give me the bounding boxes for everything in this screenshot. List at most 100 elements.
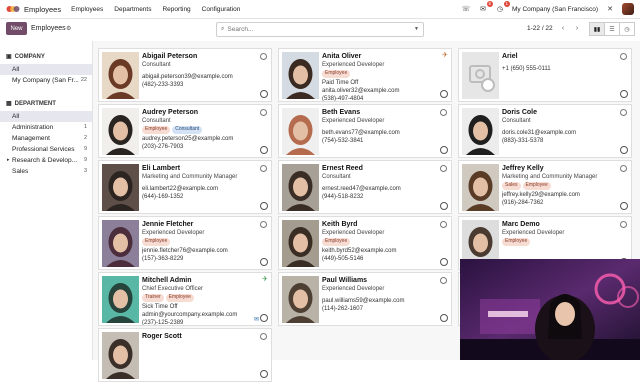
department-item-all[interactable]: All xyxy=(0,111,92,122)
presence-status-icon xyxy=(620,53,627,60)
employee-card[interactable]: Anita Oliver Experienced Developer Employe… xyxy=(278,48,452,102)
tag-employee: Employee xyxy=(502,238,531,246)
activity-clock-icon[interactable] xyxy=(260,314,268,322)
employee-card[interactable]: Abigail Peterson Consultant abigail.peters… xyxy=(98,48,272,102)
menu-employees[interactable]: Employees xyxy=(71,6,103,13)
activity-view-icon[interactable]: ◷ xyxy=(619,22,635,36)
activity-clock-icon[interactable] xyxy=(440,314,448,322)
employee-card[interactable]: Paul Williams Experienced Developer paul.w… xyxy=(278,272,452,326)
tag-trainer: Trainer xyxy=(142,294,164,302)
placeholder-avatar-icon xyxy=(462,52,499,99)
search-options-caret-icon[interactable]: ▼ xyxy=(414,26,419,32)
employee-photo xyxy=(102,108,139,155)
department-item-research-development[interactable]: ▸ Research & Develop... 9 xyxy=(0,155,92,166)
employee-card[interactable]: Roger Scott xyxy=(98,328,272,382)
messages-icon[interactable]: ✉ 5 xyxy=(478,1,494,14)
new-button[interactable]: New xyxy=(6,22,27,35)
employee-job-title: Marketing and Community Manager xyxy=(502,174,598,180)
employee-info: Mitchell Admin Chief Executive Officer Tra… xyxy=(142,276,259,325)
activity-clock-icon[interactable] xyxy=(440,258,448,266)
employee-phone: (157)-363-8229 xyxy=(142,256,184,262)
menu-departments[interactable]: Departments xyxy=(114,6,151,13)
department-item-management[interactable]: Management 2 xyxy=(0,133,92,144)
user-avatar[interactable] xyxy=(622,3,634,15)
app-menu-icon[interactable] xyxy=(6,4,20,14)
presence-status-icon xyxy=(440,221,447,228)
presence-status-icon xyxy=(260,221,267,228)
kanban-view-icon[interactable]: ▮▮ xyxy=(589,22,605,36)
employee-name: Audrey Peterson xyxy=(142,109,199,116)
presence-status-icon xyxy=(440,165,447,172)
menu-configuration[interactable]: Configuration xyxy=(202,6,241,13)
activity-clock-icon[interactable] xyxy=(620,90,628,98)
employee-name: Marc Demo xyxy=(502,221,540,228)
presence-status-icon xyxy=(260,333,267,340)
debug-icon[interactable]: ✕ xyxy=(605,4,615,14)
activity-clock-icon[interactable] xyxy=(260,90,268,98)
activity-clock-icon[interactable] xyxy=(620,146,628,154)
activity-clock-icon[interactable] xyxy=(440,146,448,154)
employee-card[interactable]: Audrey Peterson Consultant Employee Consult… xyxy=(98,104,272,158)
employee-phone: (114)-262-1607 xyxy=(322,306,363,312)
employee-phone: (644)-169-1352 xyxy=(142,194,184,200)
phone-icon[interactable]: ☏ xyxy=(461,4,471,14)
company-switcher[interactable]: My Company (San Francisco) xyxy=(512,6,598,13)
employee-card[interactable]: Jennie Fletcher Experienced Developer Empl… xyxy=(98,216,272,270)
employee-card[interactable]: Beth Evans Experienced Developer beth.evan… xyxy=(278,104,452,158)
department-item-sales[interactable]: Sales 3 xyxy=(0,166,92,177)
search-input[interactable] xyxy=(227,26,398,33)
employee-name: Ernest Reed xyxy=(322,165,363,172)
employee-name: Beth Evans xyxy=(322,109,361,116)
webcam-overlay xyxy=(460,259,640,360)
gear-icon[interactable]: ⚙ xyxy=(66,25,71,32)
control-panel: New Employees ⚙ ⌕ ▼ 1-22 / 22 ‹ › ▮▮ ☰ ◷ xyxy=(0,18,640,40)
pager-value[interactable]: 1-22 / 22 xyxy=(527,25,553,32)
company-item-my-company[interactable]: My Company (San Fr... 22 xyxy=(0,75,92,86)
activity-clock-icon[interactable] xyxy=(620,202,628,210)
employee-name: Keith Byrd xyxy=(322,221,358,228)
employee-info: Doris Cole Consultant doris.cole31@example… xyxy=(502,108,619,145)
employee-photo xyxy=(282,164,319,211)
employee-email: anita.oliver32@example.com xyxy=(322,88,400,94)
pager-prev-icon[interactable]: ‹ xyxy=(558,23,568,33)
company-item-all[interactable]: All xyxy=(0,64,92,75)
pager-next-icon[interactable]: › xyxy=(572,23,582,33)
employee-card[interactable]: Mitchell Admin Chief Executive Officer Tra… xyxy=(98,272,272,326)
employee-email: jeffrey.kelly29@example.com xyxy=(502,192,580,198)
employee-name: Anita Oliver xyxy=(322,53,362,60)
employee-tags: Employee xyxy=(322,238,439,246)
activity-clock-icon[interactable] xyxy=(260,146,268,154)
employee-card[interactable]: Ariel +1 (650) 555-0111 xyxy=(458,48,632,102)
search-bar[interactable]: ⌕ ▼ xyxy=(216,22,424,37)
top-navbar: Employees Employees Departments Reportin… xyxy=(0,0,640,19)
employee-info: Roger Scott xyxy=(142,332,259,345)
employee-card[interactable]: Ernest Reed Consultant ernest.reed47@examp… xyxy=(278,160,452,214)
chat-icon[interactable]: ✉ xyxy=(254,316,259,323)
activity-clock-icon[interactable] xyxy=(260,202,268,210)
employee-card[interactable]: Eli Lambert Marketing and Community Manag… xyxy=(98,160,272,214)
employee-card[interactable]: Doris Cole Consultant doris.cole31@example… xyxy=(458,104,632,158)
activity-clock-icon[interactable] xyxy=(440,90,448,98)
employee-name: Paul Williams xyxy=(322,277,368,284)
employee-photo xyxy=(102,52,139,99)
activity-clock-icon[interactable] xyxy=(260,258,268,266)
employee-card[interactable]: Jeffrey Kelly Marketing and Community Man… xyxy=(458,160,632,214)
department-item-professional-services[interactable]: Professional Services 9 xyxy=(0,144,92,155)
activity-clock-icon[interactable] xyxy=(260,370,268,378)
employee-photo xyxy=(102,164,139,211)
employee-phone: (449)-505-5146 xyxy=(322,256,364,262)
employee-card[interactable]: Keith Byrd Experienced Developer Employee k… xyxy=(278,216,452,270)
menu-reporting[interactable]: Reporting xyxy=(162,6,190,13)
activities-badge: 1 xyxy=(503,1,511,7)
webcam-video-image xyxy=(460,259,640,360)
department-item-administration[interactable]: Administration 1 xyxy=(0,122,92,133)
presence-status-icon xyxy=(620,109,627,116)
app-name[interactable]: Employees xyxy=(24,5,61,14)
activities-icon[interactable]: ◷ 1 xyxy=(495,1,511,14)
employee-phone: +1 (650) 555-0111 xyxy=(502,66,551,72)
list-view-icon[interactable]: ☰ xyxy=(604,22,620,36)
employee-info: Eli Lambert Marketing and Community Manag… xyxy=(142,164,259,201)
employee-tags: Sales Employee xyxy=(502,182,619,190)
caret-right-icon[interactable]: ▸ xyxy=(7,155,10,166)
activity-clock-icon[interactable] xyxy=(440,202,448,210)
